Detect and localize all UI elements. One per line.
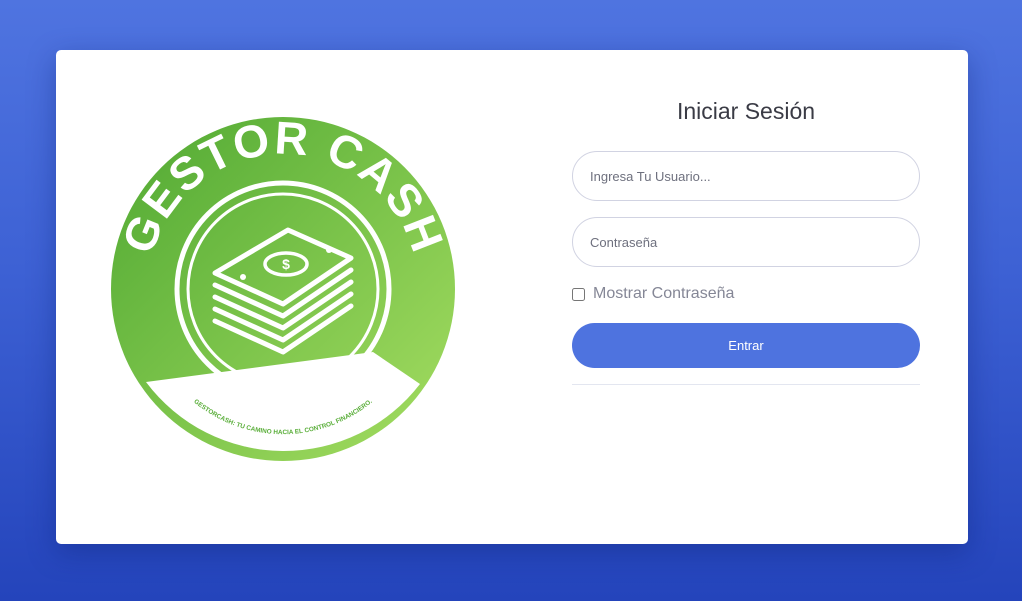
show-password-checkbox[interactable] bbox=[572, 287, 585, 301]
logo-graphic: GESTOR CASH GESTORCASH: TU CAMINO HACIA … bbox=[111, 114, 455, 461]
gestor-cash-logo: GESTOR CASH GESTORCASH: TU CAMINO HACIA … bbox=[108, 114, 458, 464]
dollar-sign-icon: $ bbox=[282, 256, 290, 272]
username-input[interactable] bbox=[572, 151, 920, 201]
divider bbox=[572, 384, 920, 385]
password-input[interactable] bbox=[572, 217, 920, 267]
login-card: GESTOR CASH GESTORCASH: TU CAMINO HACIA … bbox=[56, 50, 968, 544]
show-password-label: Mostrar Contraseña bbox=[593, 285, 735, 302]
show-password-toggle[interactable]: Mostrar Contraseña bbox=[572, 285, 734, 303]
page-title: Iniciar Sesión bbox=[676, 98, 816, 124]
login-button[interactable]: Entrar bbox=[572, 323, 920, 368]
